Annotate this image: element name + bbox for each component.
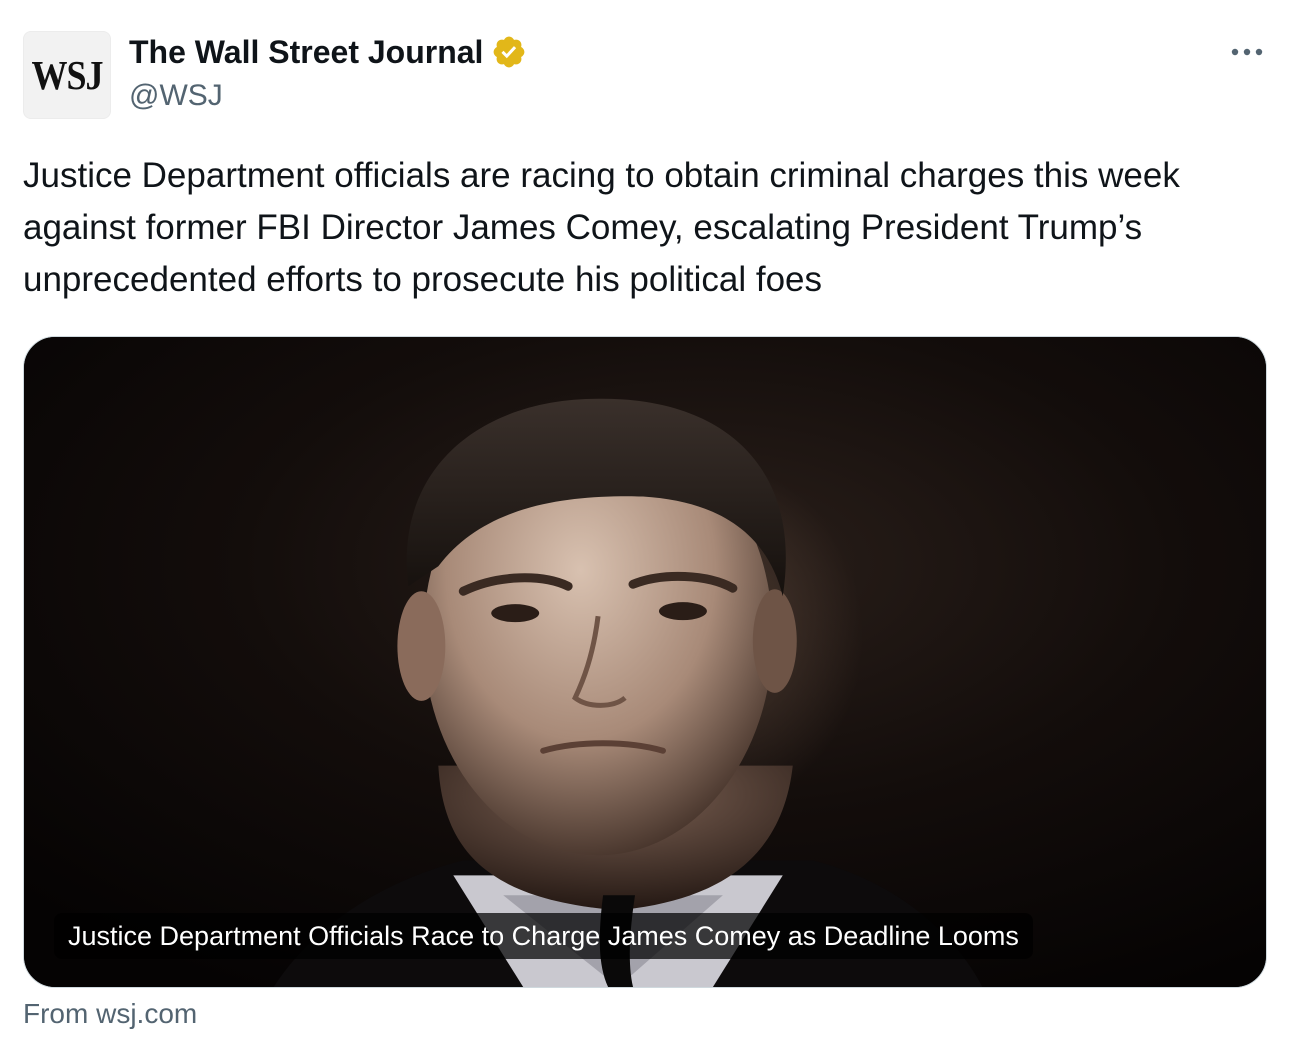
more-options-icon — [1231, 48, 1263, 56]
author-name-row: The Wall Street Journal — [129, 32, 527, 72]
article-photo — [24, 337, 1266, 987]
link-source-domain[interactable]: From wsj.com — [23, 996, 197, 1032]
more-options-button[interactable] — [1222, 34, 1272, 70]
link-card-title: Justice Department Officials Race to Cha… — [54, 913, 1033, 959]
avatar-logo-text: WSJ — [31, 52, 103, 98]
author-handle[interactable]: @WSJ — [129, 78, 223, 114]
tweet-text: Justice Department officials are racing … — [23, 156, 1180, 299]
verified-badge-icon[interactable] — [491, 34, 527, 70]
author-avatar[interactable]: WSJ — [23, 31, 111, 119]
author-display-name[interactable]: The Wall Street Journal — [129, 32, 483, 72]
link-card[interactable]: Justice Department Officials Race to Cha… — [23, 336, 1267, 988]
